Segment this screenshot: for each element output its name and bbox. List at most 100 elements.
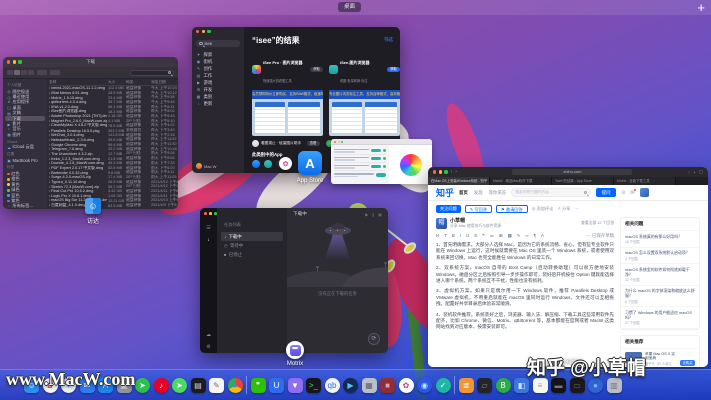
action-pill[interactable] <box>371 157 381 161</box>
action-dropdown[interactable] <box>50 70 60 75</box>
app-store-sidebar-item[interactable]: ✎ 创作 <box>196 65 240 72</box>
action-pill[interactable] <box>376 173 386 177</box>
related-question-link[interactable]: 习惯了 Windows 的用户能适应 macOS 吗？ 27 个回答 <box>621 307 699 329</box>
dock-item[interactable]: ➤ <box>172 378 187 393</box>
cloud-icon[interactable]: ☁ <box>206 332 211 338</box>
dock-item[interactable]: ▤ <box>191 378 206 393</box>
dock-item[interactable]: ❞ <box>251 378 266 393</box>
back-icon[interactable]: ‹ <box>451 169 453 175</box>
address-bar[interactable]: zhihu.com <box>512 169 632 175</box>
traffic-lights[interactable] <box>433 170 448 173</box>
finder-app-icon[interactable]: ☺ <box>85 198 101 214</box>
dock-item[interactable]: U <box>269 378 284 393</box>
editor-toolbar-icon[interactable]: ∞ <box>525 233 528 239</box>
app-result-card[interactable]: iSee Pro · 图片浏览器 快速强大的看图工具 获取 会员预购特价立即购买… <box>252 51 323 136</box>
app-store-sidebar-item[interactable]: ✦ 探索 <box>196 51 240 58</box>
dock-item[interactable]: ● <box>228 378 243 393</box>
action-button[interactable]: ✎ 写回答 <box>465 205 492 213</box>
notification-bell-icon[interactable]: ⊙ <box>621 190 625 196</box>
add-desktop-button[interactable]: + <box>697 0 705 15</box>
menu-icon[interactable]: ☰ <box>206 225 210 231</box>
nav-item[interactable]: 发现 <box>474 190 483 196</box>
dock-item[interactable]: qb <box>325 378 340 393</box>
app-store-sidebar-item[interactable]: ▶ 游戏 <box>196 79 240 86</box>
action-button[interactable]: ⚑ 邀请回答 <box>496 205 528 213</box>
list-view-icon[interactable]: ▦ <box>378 212 382 217</box>
user-avatar[interactable] <box>640 188 649 197</box>
editor-toolbar-icon[interactable]: ▦ <box>508 233 512 239</box>
app-store-sidebar-item[interactable]: ◉ 街机 <box>196 58 240 65</box>
dock-item[interactable]: ▦ <box>362 378 377 393</box>
finder-sidebar-item[interactable]: ▦图片 <box>5 132 45 137</box>
dock-item[interactable]: ■ <box>380 378 395 393</box>
dock-item[interactable]: ▶ <box>343 378 358 393</box>
zhihu-search-input[interactable]: 搜索你感兴趣的内容… <box>511 188 591 197</box>
related-question-link[interactable]: macOS 系统里的软件如何彻底卸载干净？ 12 个回答 <box>621 264 699 286</box>
view-all-answers-link[interactable]: 查看全部 12 个回答 <box>581 221 614 226</box>
dock-item[interactable]: ◉ <box>417 378 432 393</box>
pause-all-icon[interactable]: ∥ <box>372 212 374 217</box>
buy-button[interactable]: 去购买 <box>680 360 695 367</box>
editor-toolbar-icon[interactable]: H <box>436 233 439 239</box>
traffic-lights[interactable] <box>196 30 240 33</box>
refresh-fab-button[interactable]: ⟳ <box>368 333 380 345</box>
finder-search-field[interactable] <box>130 70 174 76</box>
editor-toolbar-icon[interactable]: ≔ <box>490 233 494 239</box>
view-switcher[interactable] <box>7 70 34 75</box>
share-icon[interactable]: ↑ <box>688 170 690 175</box>
related-question-link[interactable]: macOS 怎么设置双系统默认启动项？ 4 个回答 <box>621 248 699 265</box>
browser-tab[interactable]: MacW - 精品Mac软件下载 <box>490 177 552 185</box>
app-store-sidebar-item[interactable]: ⚙ 开发 <box>196 86 240 93</box>
dock-item[interactable] <box>454 376 455 394</box>
get-button[interactable]: 获取 <box>310 67 323 72</box>
browser-tab[interactable]: Motrix - 全能下载工具 <box>614 177 676 185</box>
app-store-sidebar-item[interactable]: ▤ 工作 <box>196 72 240 79</box>
app-store-account[interactable]: Mac W <box>196 163 216 169</box>
get-button[interactable]: 查看 <box>307 141 320 146</box>
browser-tab[interactable]: “isee”的结果 - App Store <box>552 177 614 185</box>
editor-toolbar-icon[interactable]: ¶ <box>534 233 536 239</box>
task-filter-item[interactable]: ◷ 等待中 <box>221 241 283 250</box>
dock-item[interactable]: ➤ <box>135 378 150 393</box>
tab-overview-icon[interactable]: ▢ <box>699 169 703 175</box>
motrix-window[interactable]: ☰ ↓ ☁ ⚙ 任务列表 ↓ 下载中 ◷ 等待中 <box>200 208 388 353</box>
app-store-app-icon[interactable]: A <box>298 151 322 175</box>
editor-toolbar-icon[interactable]: B <box>452 233 455 239</box>
action-button[interactable]: ⋯ <box>574 205 578 213</box>
group-dropdown[interactable] <box>37 70 47 75</box>
app-result-card[interactable]: iSee-图片浏览器 看图·批量转换·标注 获取 专业图片浏览标注工具，支持百种… <box>329 51 400 136</box>
finder-sidebar-item[interactable]: ▶影片 <box>5 121 45 126</box>
editor-toolbar-icon[interactable]: A <box>541 233 544 239</box>
editor-toolbar-icon[interactable]: I <box>460 233 461 239</box>
dock-item[interactable]: >_ <box>306 378 321 393</box>
nav-item[interactable]: 等你来答 <box>489 190 507 196</box>
desktop-space-label[interactable]: 桌面 <box>338 2 361 12</box>
action-button[interactable]: ↗ 分享 <box>557 205 570 213</box>
editor-toolbar-icon[interactable]: T <box>444 233 447 239</box>
browser-tab[interactable]: 在Mac OS上安装Windows系统 - 知乎 <box>428 177 490 185</box>
related-question-link[interactable]: 为什么 macOS 的字体渲染和缩放这么舒服？ 6 个回答 <box>621 286 699 308</box>
task-filter-item[interactable]: ■ 已停止 <box>221 250 283 259</box>
safari-window[interactable]: ‹ › zhihu.com ↑ + ▢ 在Mac OS上安装Windows系统 … <box>428 167 708 367</box>
editor-toolbar-icon[interactable]: S <box>474 233 477 239</box>
task-filter-item[interactable]: ↓ 下载中 <box>221 232 283 241</box>
isee-preview-window[interactable] <box>331 139 432 184</box>
author-avatar[interactable]: 帽 <box>436 218 447 229</box>
app-store-search-field[interactable]: isee <box>196 40 240 47</box>
filter-link[interactable]: 筛选 <box>384 37 393 43</box>
editor-toolbar-icon[interactable]: U <box>466 233 469 239</box>
finder-sidebar-item[interactable]: ◌所有标签… <box>5 204 45 208</box>
messages-icon[interactable]: ✉ <box>630 190 634 196</box>
ask-question-button[interactable]: 提问 <box>596 188 616 197</box>
downloads-icon[interactable]: ↓ <box>207 237 210 243</box>
dock-item[interactable]: ✓ <box>436 378 451 393</box>
dock-item[interactable]: ▱ <box>477 378 492 393</box>
file-row[interactable]: ▪百度网盘_4.1.0.dmg 63.5 MB 磁盘映像 2021/4/9 下午… <box>49 203 178 208</box>
dock-item[interactable]: ✎ <box>209 378 224 393</box>
nav-item[interactable]: 首页 <box>459 190 468 196</box>
forward-icon[interactable]: › <box>455 169 457 175</box>
action-button[interactable]: 关注问题 <box>436 205 461 213</box>
editor-toolbar-icon[interactable]: ⊞ <box>499 233 503 239</box>
dock-item[interactable]: B <box>496 378 511 393</box>
author-name[interactable]: 小草帽 <box>450 217 501 224</box>
